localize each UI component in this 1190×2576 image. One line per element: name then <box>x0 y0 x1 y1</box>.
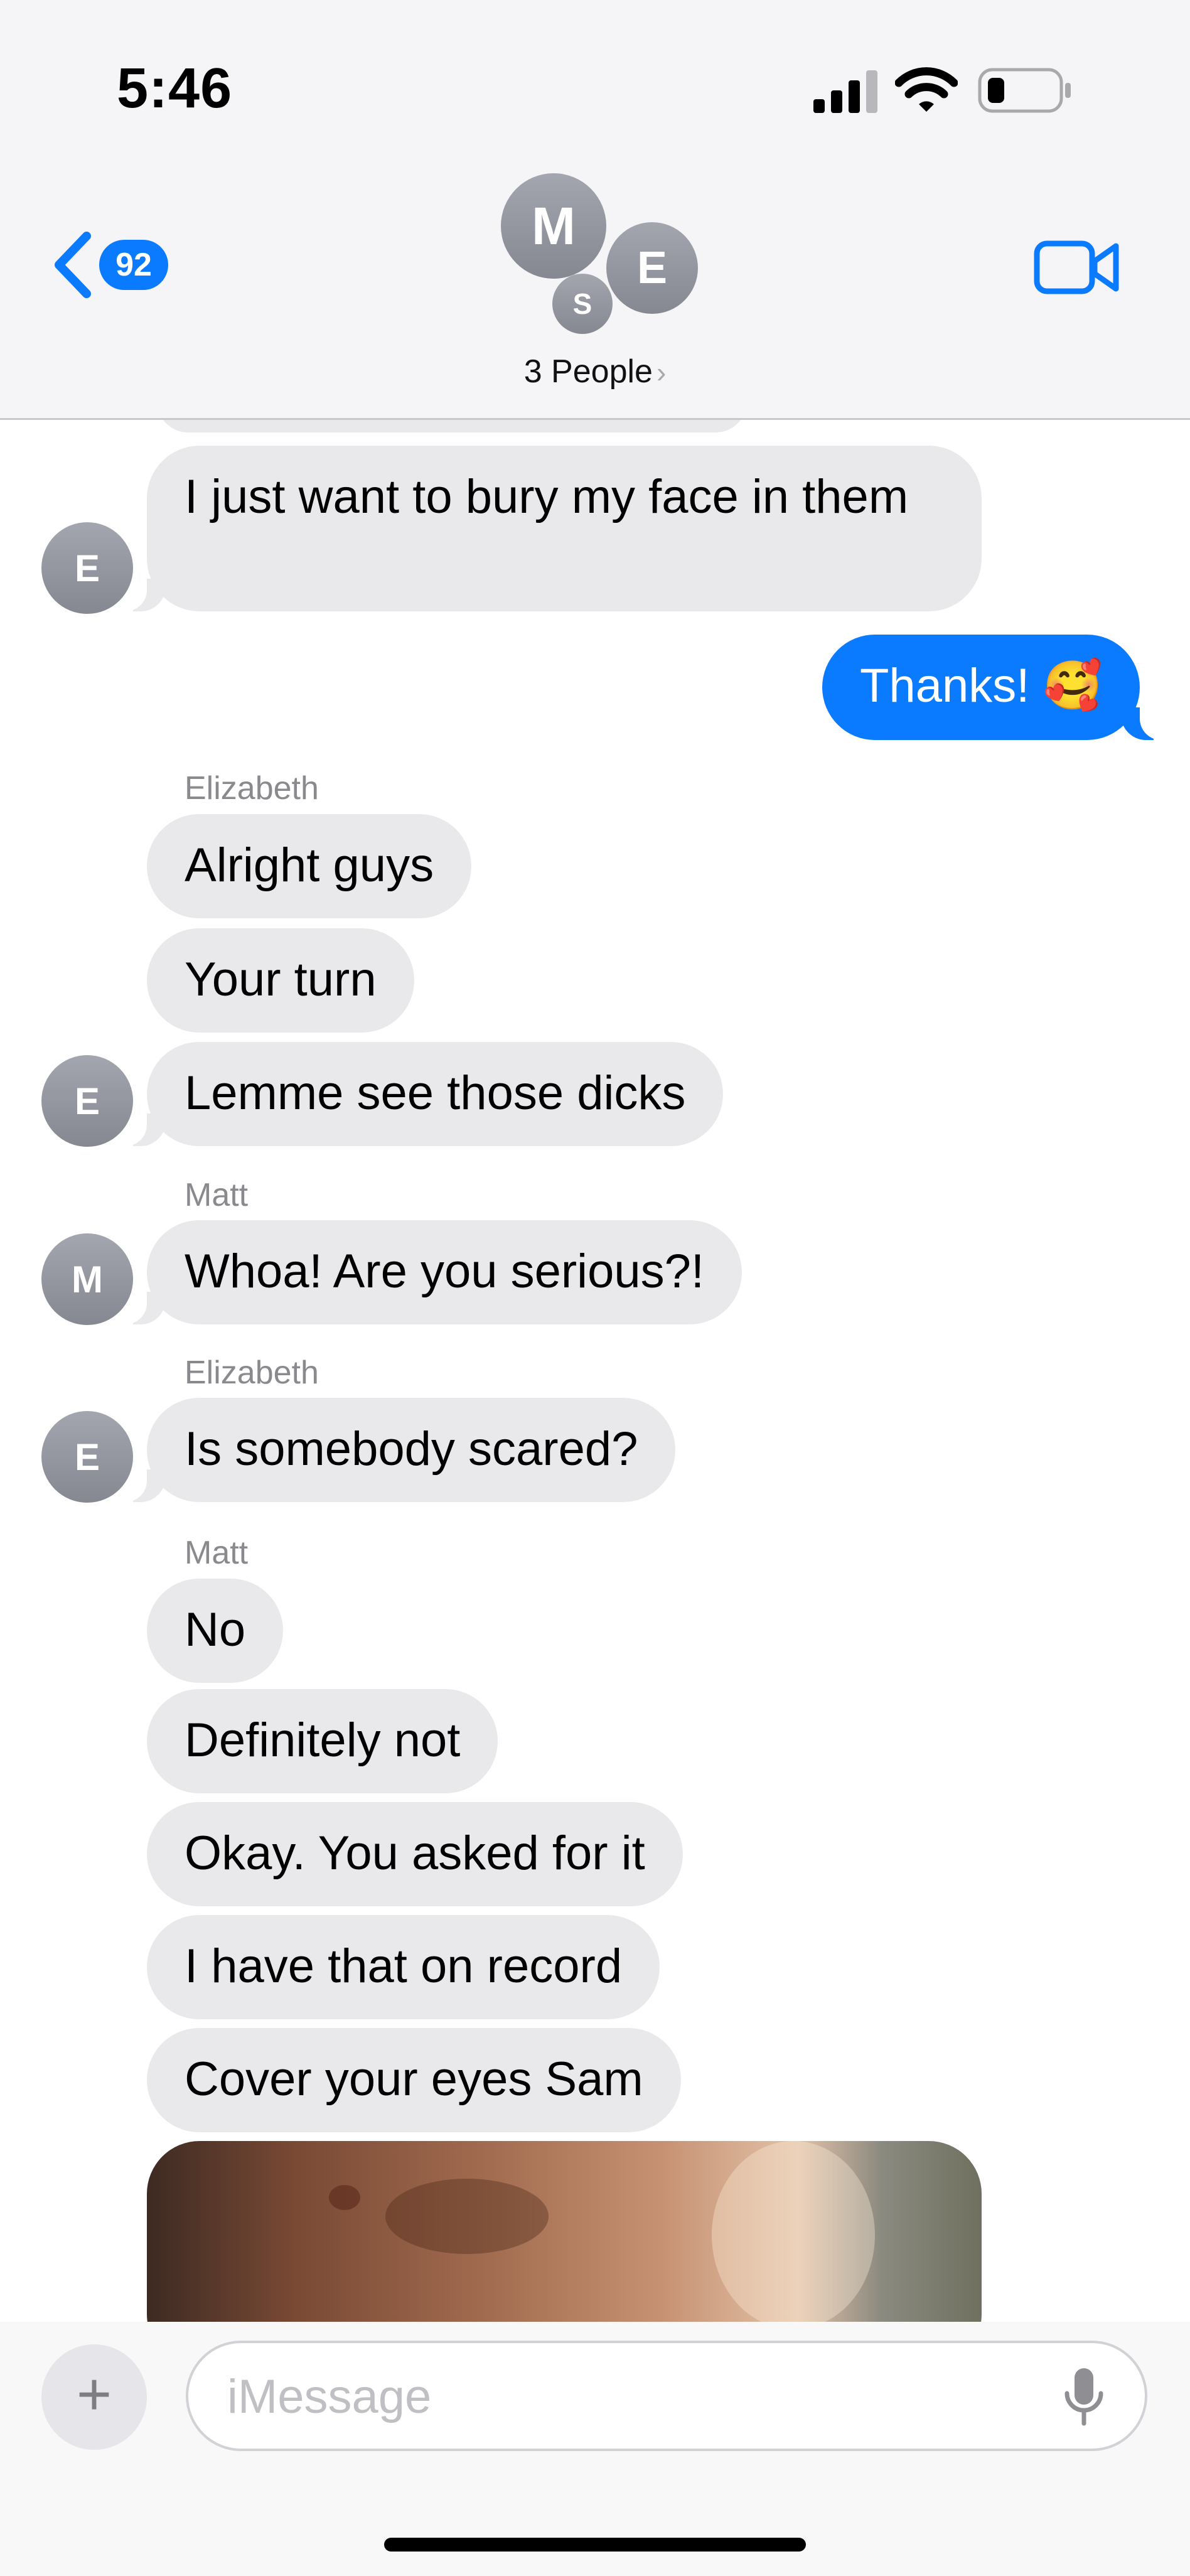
message-bubble-outgoing[interactable]: Thanks! 🥰 <box>822 635 1173 740</box>
microphone-icon[interactable] <box>1062 2366 1106 2428</box>
message-bubble[interactable]: Definitely not <box>147 1689 498 1793</box>
message-bubble[interactable]: Your turn <box>147 928 414 1033</box>
unread-count-badge: 92 <box>99 240 168 290</box>
message-bubble[interactable]: I have that on record <box>147 1915 660 2019</box>
sender-name: Elizabeth <box>185 770 319 807</box>
message-bubble[interactable]: Is somebody scared? <box>114 1398 676 1502</box>
video-camera-icon <box>1034 240 1119 294</box>
message-bubble[interactable]: Okay. You asked for it <box>147 1802 683 1906</box>
message-bubble[interactable]: I just want to bury my face in them <box>114 446 982 611</box>
message-bubble-cropped <box>157 420 747 432</box>
message-photo[interactable] <box>147 2141 982 2322</box>
apps-plus-button[interactable]: + <box>41 2344 147 2450</box>
message-thread[interactable]: I just want to bury my face in them E Th… <box>0 420 1190 2322</box>
cellular-signal-icon <box>813 70 877 113</box>
status-time: 5:46 <box>117 57 233 120</box>
wifi-icon <box>895 67 958 112</box>
message-field[interactable] <box>186 2341 1147 2451</box>
navigation-header: 5:46 92 M E S 3 People › <box>0 0 1190 420</box>
group-name-label: 3 People <box>523 353 653 390</box>
sender-avatar[interactable]: E <box>41 1055 133 1147</box>
message-input[interactable] <box>226 2343 1044 2450</box>
message-bubble[interactable]: Lemme see those dicks <box>114 1042 724 1146</box>
compose-bar: + <box>0 2322 1190 2576</box>
avatar-e: E <box>606 222 698 314</box>
battery-icon <box>978 68 1071 113</box>
avatar-s: S <box>552 274 613 334</box>
facetime-video-button[interactable] <box>1033 236 1121 299</box>
message-bubble[interactable]: No <box>147 1579 284 1683</box>
photo-highlight <box>712 2141 875 2322</box>
chevron-right-icon: › <box>656 356 667 389</box>
message-bubble[interactable]: Whoa! Are you serious?! <box>114 1220 742 1324</box>
sender-name: Matt <box>185 1535 249 1571</box>
sender-avatar[interactable]: E <box>41 1411 133 1503</box>
chevron-left-icon <box>55 232 91 298</box>
photo-detail <box>329 2185 360 2210</box>
back-button[interactable]: 92 <box>50 227 176 303</box>
photo-shading <box>385 2179 549 2254</box>
message-bubble[interactable]: Alright guys <box>147 814 472 918</box>
avatar-m: M <box>501 173 606 279</box>
message-bubble[interactable]: Cover your eyes Sam <box>147 2028 681 2132</box>
sender-name: Matt <box>185 1177 249 1213</box>
sender-avatar[interactable]: E <box>41 522 133 614</box>
group-name[interactable]: 3 People › <box>0 353 1190 390</box>
sender-name: Elizabeth <box>185 1355 319 1391</box>
sender-avatar[interactable]: M <box>41 1233 133 1325</box>
status-icons <box>813 65 1096 115</box>
group-avatar-cluster[interactable]: M E S <box>496 169 703 352</box>
home-indicator[interactable] <box>384 2538 806 2552</box>
